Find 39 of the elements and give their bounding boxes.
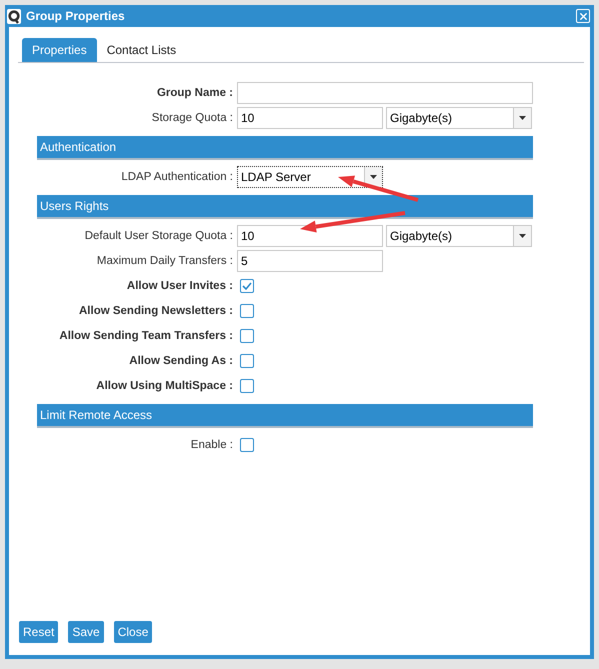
field-label: Allow Sending Team Transfers : [58,330,233,342]
field-label: Allow Sending Newsletters : [78,305,233,317]
caret-icon [519,234,526,238]
text-field[interactable]: 10 [237,225,383,247]
text-field[interactable]: 10 [237,107,383,129]
caret-icon [370,175,377,179]
dropdown[interactable]: Gigabyte(s) [386,107,532,129]
checkbox[interactable] [240,379,254,393]
window-title: Group Properties [26,9,126,23]
dropdown[interactable]: LDAP Server [237,166,383,188]
field-label: Maximum Daily Transfers : [96,255,233,267]
app-logo-icon [7,8,21,24]
text-field[interactable] [237,82,533,104]
field-label: Allow Sending As : [128,355,233,367]
tab[interactable]: Properties [22,38,97,62]
dialog-button[interactable]: Save [68,621,104,643]
section-header: Users Rights [37,195,533,219]
field-label: Default User Storage Quota : [84,230,233,242]
close-button[interactable] [576,9,590,23]
tab[interactable]: Contact Lists [96,38,186,62]
checkbox[interactable] [240,354,254,368]
field-label: LDAP Authentication : [120,171,233,183]
close-icon [578,10,588,22]
field-label: Storage Quota : [150,112,233,124]
field-label: Enable : [190,439,233,451]
field-label: Group Name : [156,87,233,99]
field-label: Allow Using MultiSpace : [95,380,233,392]
caret-icon [519,116,526,120]
text-field[interactable]: 5 [237,250,383,272]
checkbox[interactable] [240,438,254,452]
checkbox[interactable] [240,279,254,293]
section-header: Authentication [37,136,533,160]
dropdown[interactable]: Gigabyte(s) [386,225,532,247]
checkbox[interactable] [240,304,254,318]
section-header: Limit Remote Access [37,404,533,428]
field-label: Allow User Invites : [126,280,233,292]
checkbox[interactable] [240,329,254,343]
dialog-button[interactable]: Reset [19,621,58,643]
dialog-button[interactable]: Close [114,621,152,643]
